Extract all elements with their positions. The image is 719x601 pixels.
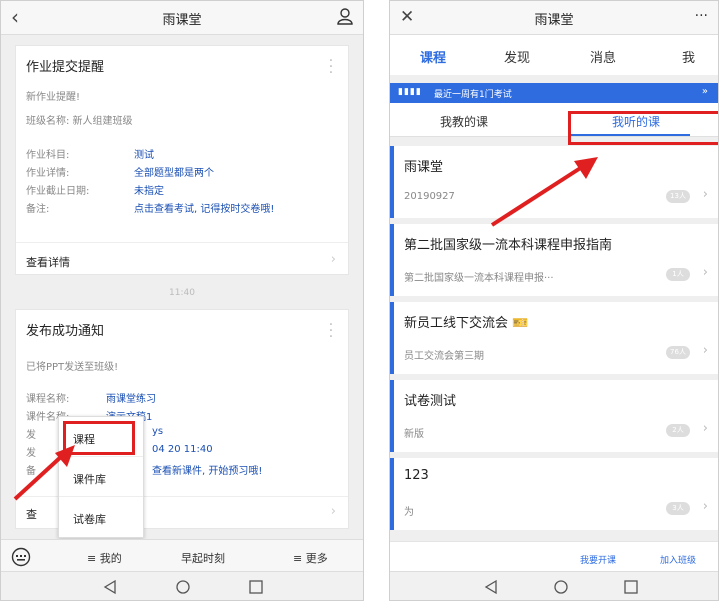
course-item[interactable]: 试卷测试 新版 2人 › [390, 380, 718, 452]
highlight-box [568, 111, 718, 145]
subtab-teaching[interactable]: 我教的课 [440, 113, 488, 130]
student-count-badge: 1人 [666, 268, 690, 281]
info-value: 未指定 [134, 186, 164, 197]
course-subtitle: 新版 [404, 429, 424, 440]
divider [16, 242, 348, 243]
left-top-bar: ‹ 雨课堂 [1, 1, 363, 35]
menu-mine[interactable]: ≡ 我的 [87, 550, 122, 566]
card-line: 新作业提醒! [26, 92, 81, 103]
tab-course[interactable]: 课程 [420, 47, 446, 66]
chevron-right-icon: › [702, 421, 708, 436]
info-value: 04 20 11:40 [152, 444, 213, 455]
info-value: ys [152, 426, 164, 437]
info-value: 查看新课件, 开始预习哦! [152, 466, 263, 477]
right-screen: ✕ 雨课堂 ··· 课程 发现 消息 我 ▮▮▮▮ 最近一周有1门考试 » 我教… [389, 0, 719, 601]
bottom-menu-bar: ≡ 我的 早起时刻 ≡ 更多 [1, 539, 363, 573]
card-title: 发布成功通知 [26, 324, 105, 339]
tab-messages[interactable]: 消息 [590, 47, 616, 66]
student-count-badge: 13人 [666, 190, 690, 203]
more-icon[interactable]: · · · [328, 318, 334, 344]
student-count-badge: 2人 [666, 424, 690, 437]
chevron-right-icon: › [330, 504, 336, 519]
student-count-badge: 3人 [666, 502, 690, 515]
course-title: 试卷测试 [404, 394, 457, 409]
course-subtitle: 为 [404, 507, 414, 518]
info-key: 课程名称: [26, 394, 70, 405]
nav-recent-icon[interactable] [247, 578, 265, 596]
menu-early-rise[interactable]: 早起时刻 [181, 550, 225, 566]
course-title: 雨课堂 [404, 160, 444, 175]
join-class-link[interactable]: 加入班级 [660, 553, 696, 566]
view-details-link[interactable]: 查 [26, 506, 37, 522]
course-item[interactable]: 123 为 3人 › [390, 458, 718, 530]
right-top-bar: ✕ 雨课堂 ··· [390, 1, 718, 35]
card-title: 作业提交提醒 [26, 60, 105, 75]
menu-item-exam-bank[interactable]: 试卷库 [59, 497, 143, 537]
android-nav-bar [1, 571, 363, 600]
course-title: 新员工线下交流会 🎫 [404, 316, 529, 331]
profile-icon[interactable] [337, 7, 353, 29]
android-nav-bar [390, 571, 718, 600]
info-key: 发 [26, 430, 36, 441]
chevron-right-icon: › [330, 252, 336, 267]
nav-home-icon[interactable] [552, 578, 570, 596]
nav-back-icon[interactable] [101, 578, 119, 596]
info-value: 全部题型都是两个 [134, 168, 214, 179]
nav-recent-icon[interactable] [622, 578, 640, 596]
nav-back-icon[interactable] [482, 578, 500, 596]
info-key: 备注: [26, 204, 50, 215]
course-footer-bar: 我要开课 加入班级 [390, 541, 718, 573]
card-line: 班级名称: 新人组建班级 [26, 116, 133, 127]
info-key: 作业截止日期: [26, 186, 90, 197]
bars-icon: ▮▮▮▮ [398, 87, 422, 97]
course-subtitle: 员工交流会第三期 [404, 351, 484, 362]
course-subtitle: 20190927 [404, 191, 455, 202]
chevron-right-icon: › [702, 187, 708, 202]
annotation-arrow [13, 445, 75, 501]
tab-me[interactable]: 我 [682, 47, 695, 66]
message-timestamp: 11:40 [169, 288, 195, 298]
exam-banner[interactable]: ▮▮▮▮ 最近一周有1门考试 » [390, 83, 718, 103]
left-screen: ‹ 雨课堂 作业提交提醒 · · · 新作业提醒! 班级名称: 新人组建班级 作业科… [0, 0, 364, 601]
keyboard-icon[interactable] [11, 547, 31, 571]
course-item[interactable]: 新员工线下交流会 🎫 员工交流会第三期 76人 › [390, 302, 718, 374]
course-title: 第二批国家级一流本科课程申报指南 [404, 238, 613, 253]
tab-discover[interactable]: 发现 [504, 47, 530, 66]
nav-home-icon[interactable] [174, 578, 192, 596]
menu-more[interactable]: ≡ 更多 [293, 550, 328, 566]
course-title: 123 [404, 468, 429, 483]
course-subtitle: 第二批国家级一流本科课程申报··· [404, 273, 554, 284]
course-item[interactable]: 第二批国家级一流本科课程申报指南 第二批国家级一流本科课程申报··· 1人 › [390, 224, 718, 296]
info-value: 测试 [134, 150, 154, 161]
chevron-right-icon: › [702, 499, 708, 514]
annotation-arrow [490, 157, 598, 227]
left-app-title: 雨课堂 [162, 13, 202, 28]
banner-text: 最近一周有1门考试 [434, 90, 512, 100]
chevron-right-icon: › [702, 343, 708, 358]
main-tabs: 课程 发现 消息 我 [390, 35, 718, 75]
more-dots-icon[interactable]: ··· [695, 8, 708, 24]
homework-reminder-card: 作业提交提醒 · · · 新作业提醒! 班级名称: 新人组建班级 作业科目: 测试 作… [15, 45, 349, 275]
card-line: 已将PPT发送至班级! [26, 362, 119, 373]
chevron-down-icon: » [701, 86, 708, 97]
info-value: 雨课堂练习 [106, 394, 156, 405]
info-key: 作业科目: [26, 150, 70, 161]
info-value: 点击查看考试, 记得按时交卷哦! [134, 204, 275, 215]
info-key: 作业详情: [26, 168, 70, 179]
student-count-badge: 76人 [666, 346, 690, 359]
create-course-link[interactable]: 我要开课 [580, 553, 616, 566]
right-app-title: 雨课堂 [534, 13, 574, 28]
chevron-right-icon: › [702, 265, 708, 280]
more-icon[interactable]: · · · [328, 54, 334, 80]
view-details-link[interactable]: 查看详情 [26, 254, 70, 270]
